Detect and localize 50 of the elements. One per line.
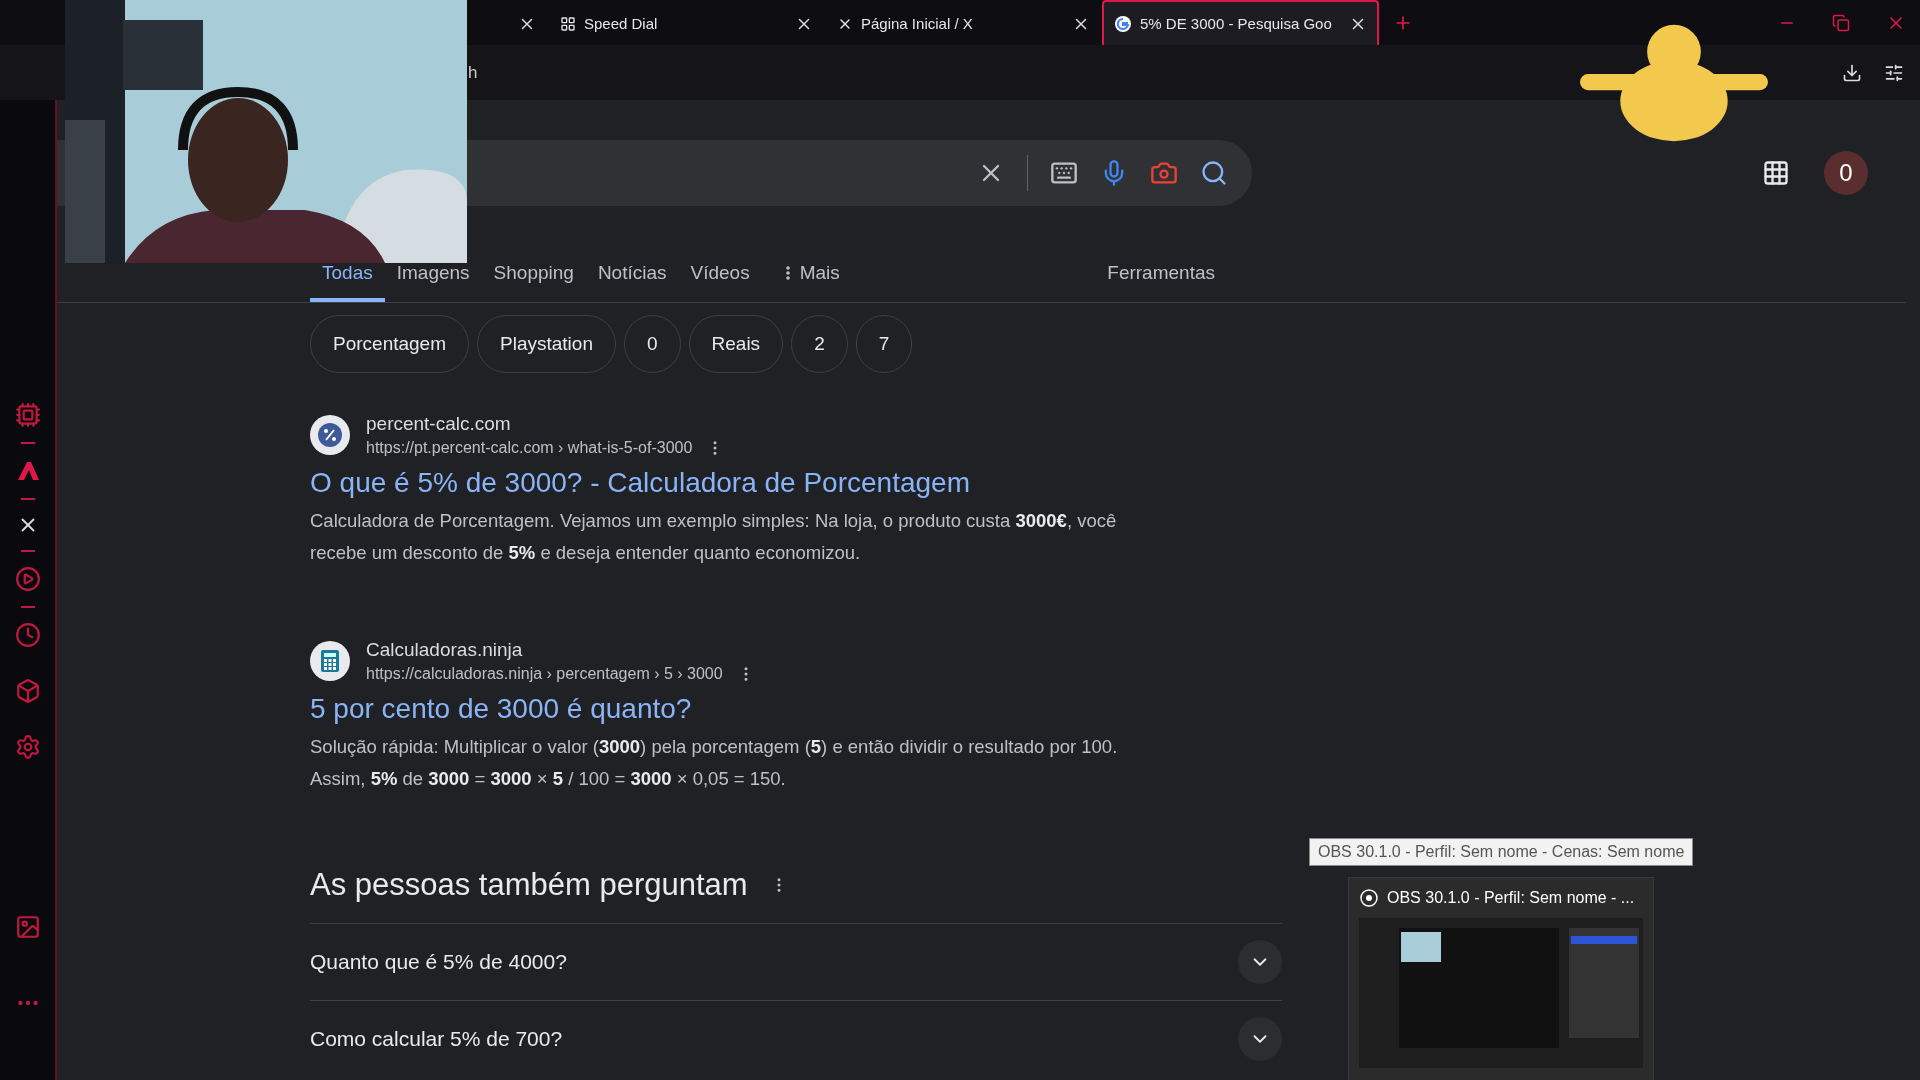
g-logo-icon	[1114, 14, 1132, 33]
browser-tab[interactable]: Speed Dial	[548, 0, 825, 45]
question-text[interactable]: Quanto que é 5% de 4000?	[310, 950, 567, 974]
expand-button[interactable]	[1238, 940, 1282, 984]
more-icon	[785, 266, 790, 280]
result-snippet: Solução rápida: Multiplicar o valor (3000) pela porcentagem (5) e então dividir o resultado por 100. Assim, 5% de 3000 = 3000 × 5 / 100 = 3000 × 0,05 = 150.	[310, 735, 1119, 791]
browser-tab[interactable]: 5% DE 3000 - Pesquisa Goo	[1102, 0, 1379, 45]
search-icon[interactable]	[1200, 159, 1228, 187]
window-preview[interactable]: OBS 30.1.0 - Perfil: Sem nome - ...	[1348, 877, 1654, 1080]
app-logo-icon	[1359, 888, 1379, 908]
grid-icon	[560, 15, 576, 32]
result-snippet: Calculadora de Porcentagem. Vejamos um exemplo simples: Na loja, o produto custa 3000€, você recebe um desconto de 5% e deseja entender quanto economizou.	[310, 509, 1118, 565]
play-icon[interactable]	[14, 566, 41, 592]
filter-chip[interactable]: Reais	[688, 315, 784, 373]
search-tab[interactable]: Mais	[773, 262, 852, 302]
expand-button[interactable]	[1238, 1017, 1282, 1061]
section-heading: As pessoas também perguntam	[310, 867, 748, 903]
result-url: https://pt.percent-calc.com › what-is-5-of-3000	[366, 439, 693, 457]
question-text[interactable]: Como calcular 5% de 700?	[310, 1027, 563, 1051]
calculator-icon	[310, 641, 350, 681]
chip-icon[interactable]	[14, 402, 41, 428]
search-tab[interactable]: Notícias	[585, 262, 679, 302]
sliders-icon[interactable]	[1884, 62, 1904, 83]
clock-icon[interactable]	[14, 622, 41, 648]
filter-chip[interactable]: 0	[623, 315, 681, 373]
search-tab[interactable]: Imagens	[384, 262, 482, 302]
filter-chip[interactable]: Porcentagem	[310, 315, 469, 373]
restore-icon[interactable]	[1832, 13, 1850, 32]
settings-icon[interactable]	[14, 734, 41, 760]
result-title-link[interactable]: 5 por cento de 3000 é quanto?	[310, 693, 1237, 725]
result-title-link[interactable]: O que é 5% de 3000? - Calculadora de Porcentagem	[310, 467, 1237, 499]
tools-link[interactable]: Ferramentas	[1107, 262, 1215, 302]
filter-chip[interactable]: 2	[791, 315, 848, 373]
site-name: Calculadoras.ninja	[366, 639, 524, 661]
result-url: https://calculadoras.ninja › percentagem › 5 › 3000	[366, 665, 723, 683]
site-name: percent-calc.com	[366, 413, 512, 435]
cube-icon[interactable]	[14, 678, 41, 704]
search-tab[interactable]: Shopping	[481, 262, 586, 302]
address-field[interactable]: h	[468, 62, 478, 83]
filter-chip[interactable]: Playstation	[477, 315, 616, 373]
image-icon[interactable]	[14, 914, 41, 940]
percent-icon	[310, 415, 350, 455]
browser-tab[interactable]: Página Inicial / X	[825, 0, 1102, 45]
preview-title: OBS 30.1.0 - Perfil: Sem nome - ...	[1387, 889, 1635, 907]
download-icon[interactable]	[1842, 62, 1862, 83]
search-tab[interactable]: Vídeos	[678, 262, 762, 302]
tooltip: OBS 30.1.0 - Perfil: Sem nome - Cenas: Sem nome	[1309, 838, 1694, 866]
account-avatar[interactable]: 0	[1824, 151, 1868, 195]
apps-grid-icon[interactable]	[1762, 159, 1790, 187]
filter-chip[interactable]: 7	[855, 315, 913, 373]
